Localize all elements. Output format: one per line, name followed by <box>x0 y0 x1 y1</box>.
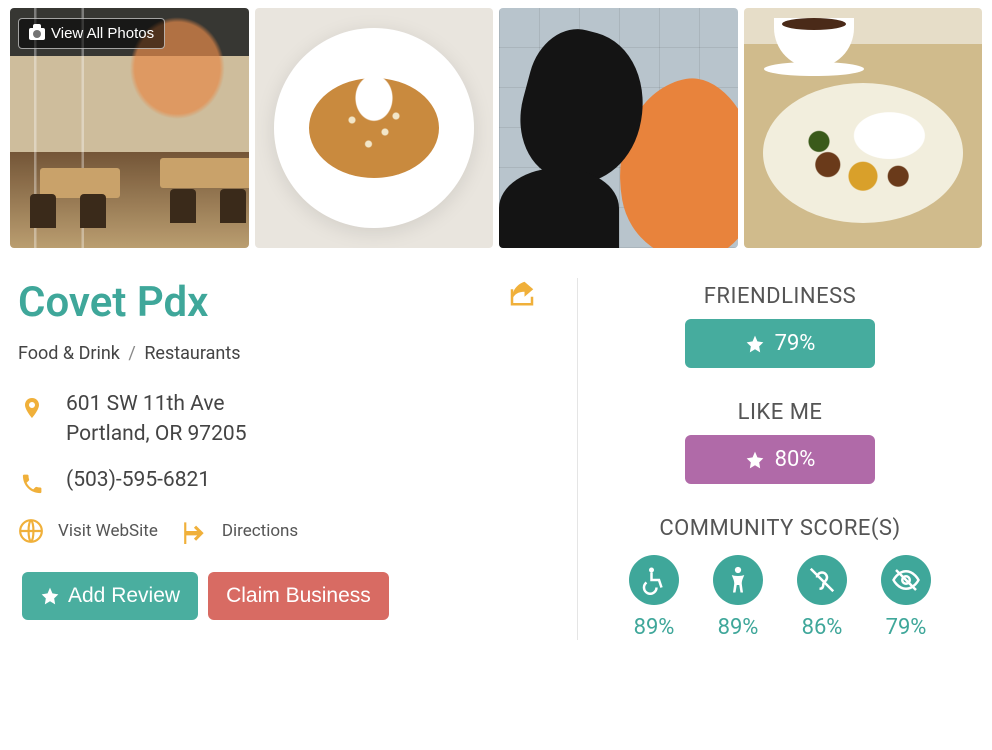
add-review-label: Add Review <box>68 584 180 608</box>
globe-icon <box>18 518 44 544</box>
likeme-score: 80% <box>685 435 875 484</box>
directions-label: Directions <box>222 521 298 541</box>
star-icon <box>745 450 765 470</box>
friendliness-label: FRIENDLINESS <box>598 284 962 309</box>
address-line2: Portland, OR 97205 <box>66 422 247 446</box>
breadcrumb-separator: / <box>128 343 135 364</box>
phone-icon <box>20 472 44 496</box>
deaf-icon <box>807 565 837 595</box>
community-item: 89% <box>706 555 770 640</box>
photo-gallery: View All Photos <box>0 0 992 248</box>
category-parent-link[interactable]: Food & Drink <box>18 343 120 364</box>
claim-business-button[interactable]: Claim Business <box>208 572 389 620</box>
community-item: 86% <box>790 555 854 640</box>
community-value: 89% <box>634 615 675 640</box>
address-line1: 601 SW 11th Ave <box>66 392 247 416</box>
phone-row: (503)-595-6821 <box>18 468 547 496</box>
gallery-thumb[interactable] <box>255 8 494 248</box>
low-vision-icon <box>891 565 921 595</box>
gallery-thumb[interactable] <box>499 8 738 248</box>
community-item: 79% <box>874 555 938 640</box>
community-value: 86% <box>802 615 843 640</box>
share-button[interactable] <box>507 278 537 308</box>
directions-icon <box>182 518 208 544</box>
likeme-label: LIKE ME <box>598 400 962 425</box>
view-all-label: View All Photos <box>51 25 154 42</box>
directions-link[interactable]: Directions <box>182 518 298 544</box>
breadcrumb: Food & Drink / Restaurants <box>18 343 547 364</box>
community-scores: 89% 89% 86% <box>598 555 962 640</box>
community-item: 89% <box>622 555 686 640</box>
community-value: 79% <box>886 615 927 640</box>
view-all-photos-button[interactable]: View All Photos <box>18 18 165 49</box>
friendliness-value: 79% <box>775 331 816 356</box>
website-link[interactable]: Visit WebSite <box>18 518 158 544</box>
map-pin-icon <box>20 396 44 420</box>
star-icon <box>745 334 765 354</box>
add-review-button[interactable]: Add Review <box>22 572 198 620</box>
friendliness-score: 79% <box>685 319 875 368</box>
wheelchair-icon <box>639 565 669 595</box>
star-icon <box>40 586 60 606</box>
website-label: Visit WebSite <box>58 521 158 541</box>
address-row: 601 SW 11th Ave Portland, OR 97205 <box>18 392 547 446</box>
share-icon <box>507 278 537 308</box>
camera-icon <box>29 28 45 40</box>
gallery-thumb[interactable] <box>744 8 983 248</box>
category-link[interactable]: Restaurants <box>144 343 240 364</box>
claim-business-label: Claim Business <box>226 584 371 608</box>
body-icon <box>723 565 753 595</box>
likeme-value: 80% <box>775 447 816 472</box>
phone-number[interactable]: (503)-595-6821 <box>66 468 210 492</box>
business-name: Covet Pdx <box>18 278 547 327</box>
community-label: COMMUNITY SCORE(S) <box>598 516 962 541</box>
community-value: 89% <box>718 615 759 640</box>
